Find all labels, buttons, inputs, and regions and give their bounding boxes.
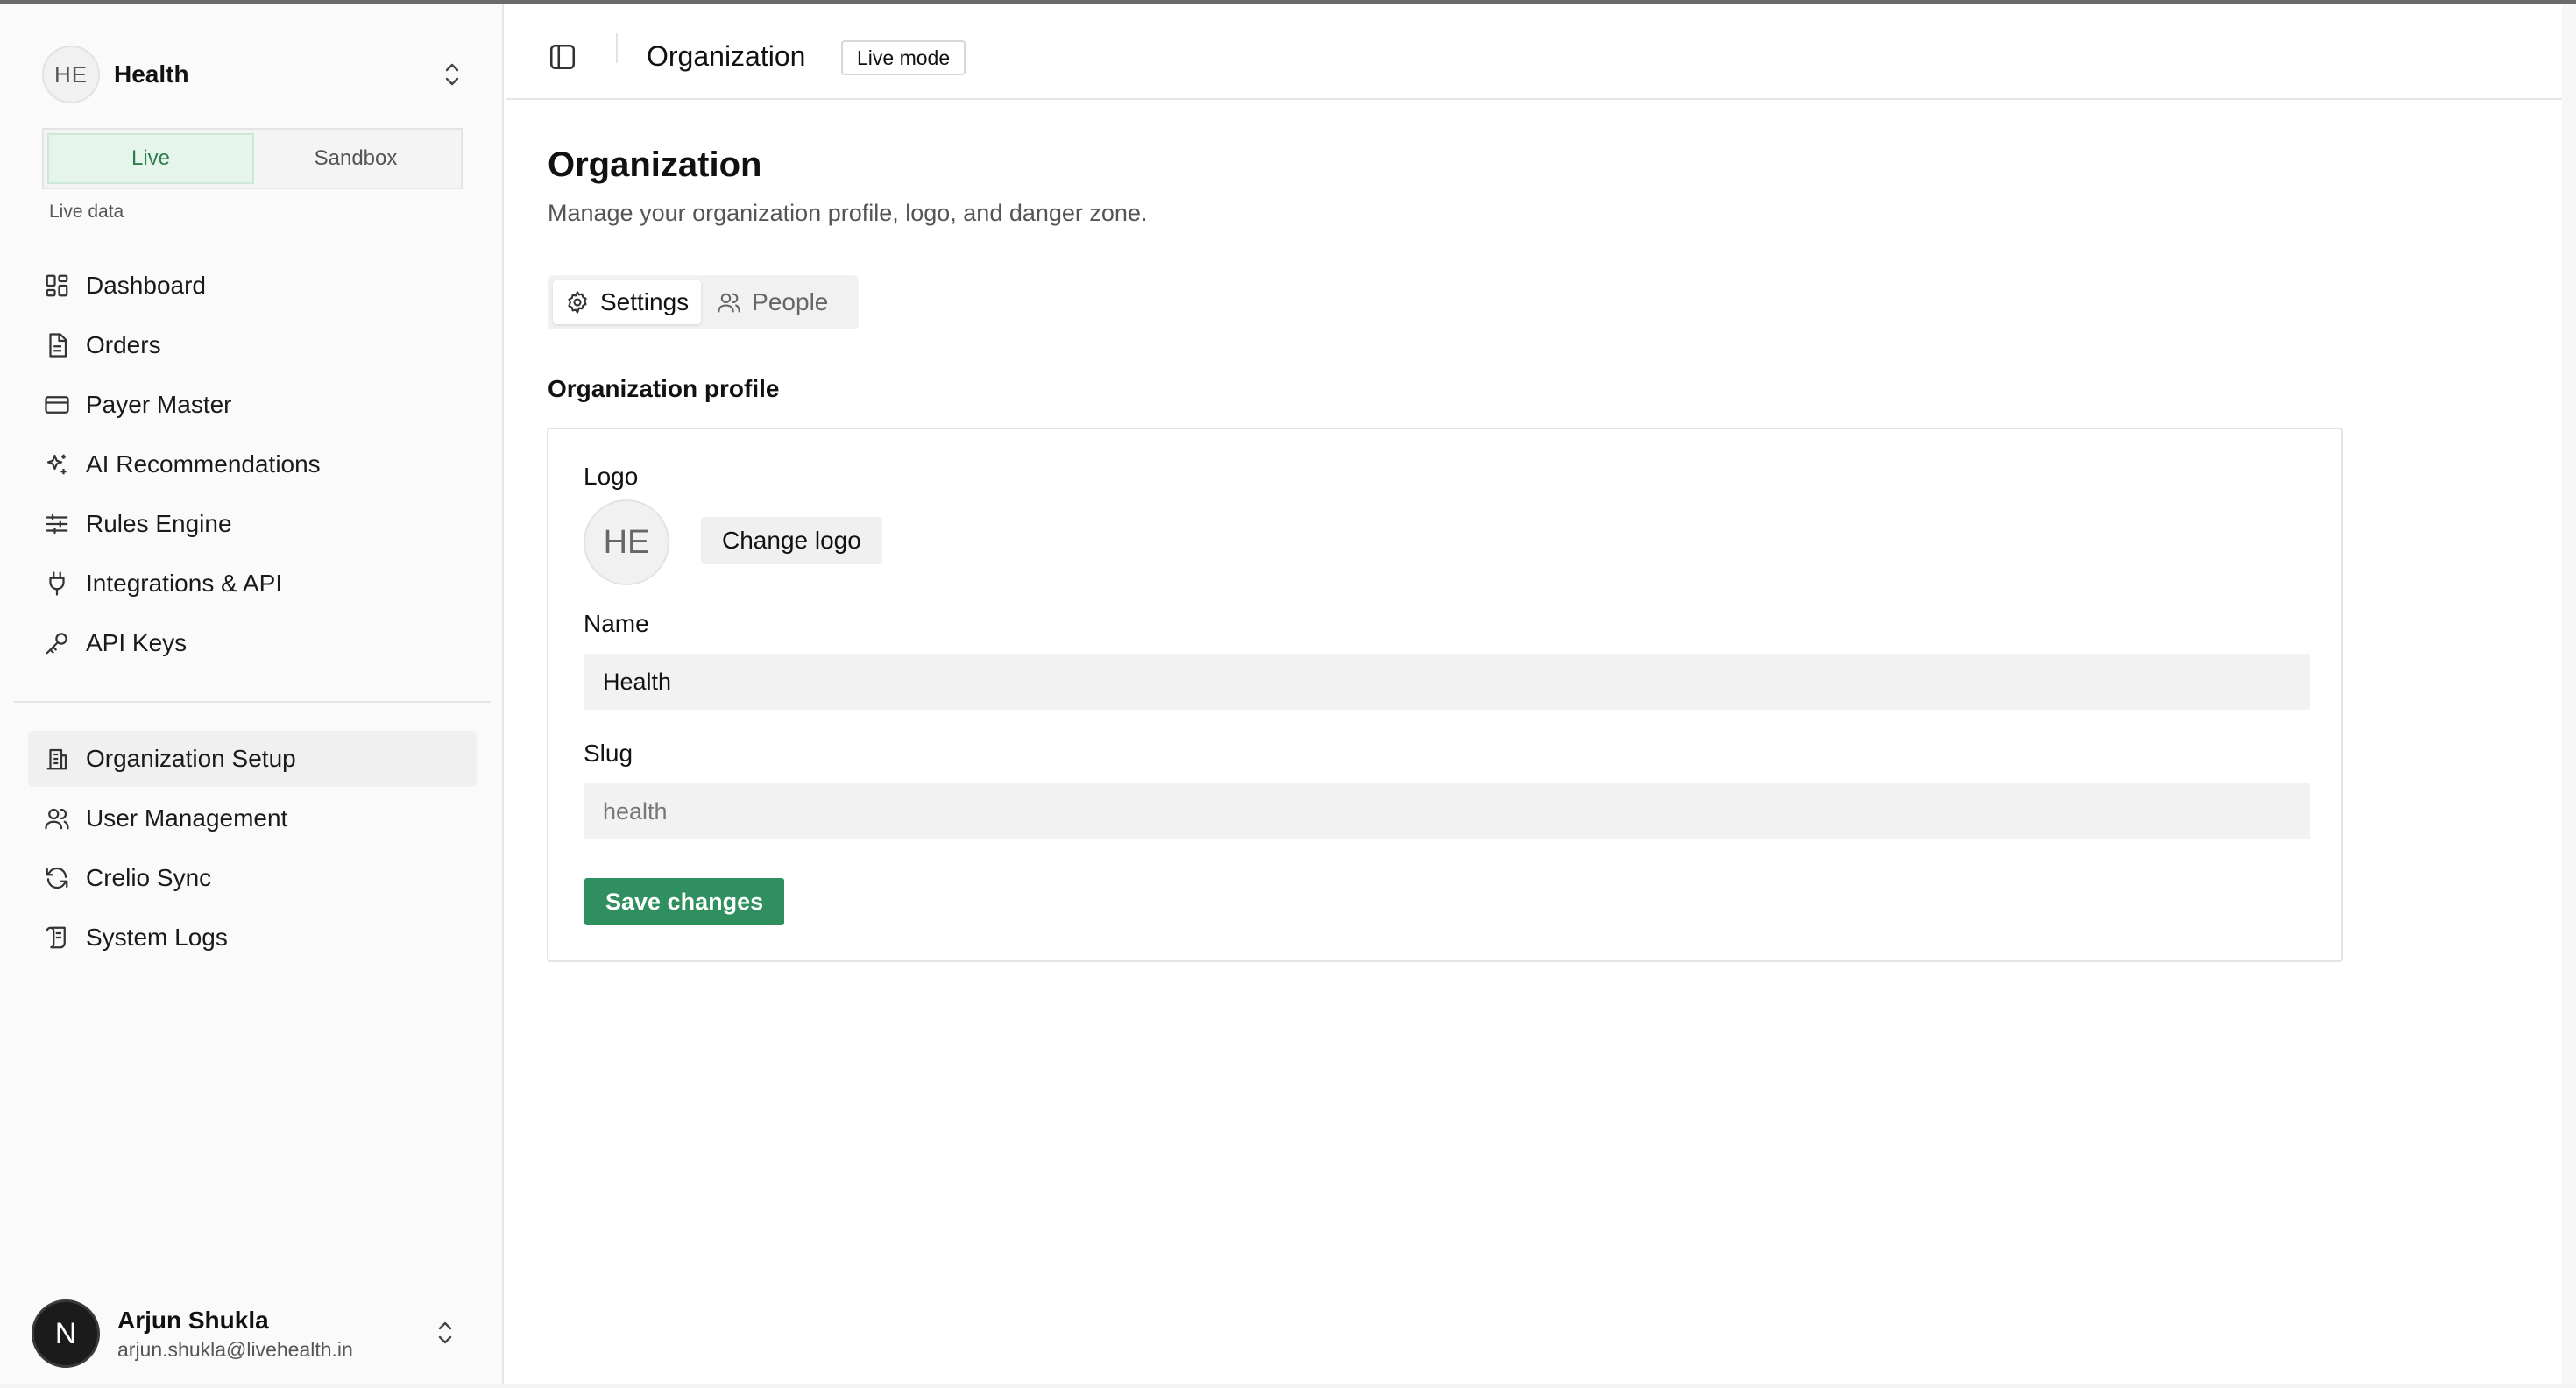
sidebar-item-dashboard[interactable]: Dashboard: [28, 258, 477, 314]
name-input[interactable]: [584, 654, 2310, 710]
tab-list: Settings People: [548, 275, 859, 329]
main-content: Organization Manage your organization pr…: [506, 102, 2562, 1384]
secondary-nav: Organization Setup User Management Creli…: [28, 731, 477, 969]
page-title: Organization: [548, 145, 762, 184]
slug-input[interactable]: [584, 783, 2310, 839]
sidebar-item-orders[interactable]: Orders: [28, 317, 477, 373]
sidebar-item-system-logs[interactable]: System Logs: [28, 910, 477, 966]
header-divider: [616, 33, 618, 63]
sidebar-item-label: AI Recommendations: [86, 450, 321, 478]
slug-label: Slug: [584, 740, 633, 767]
organization-profile-card: Logo HE Change logo Name Slug Save chang…: [547, 428, 2343, 962]
change-logo-button[interactable]: Change logo: [701, 517, 882, 564]
chevron-up-down-icon: [445, 63, 459, 86]
primary-nav: Dashboard Orders Payer Master AI Recomme…: [28, 258, 477, 675]
sandbox-mode-button[interactable]: Sandbox: [254, 133, 457, 184]
document-icon: [44, 332, 70, 358]
chevron-up-down-icon: [438, 1321, 452, 1344]
user-email: arjun.shukla@livehealth.in: [117, 1337, 353, 1361]
org-avatar: HE: [42, 46, 100, 103]
building-icon: [44, 746, 70, 772]
user-avatar: N: [32, 1299, 100, 1368]
tab-label: People: [752, 288, 829, 315]
sidebar-item-crelio-sync[interactable]: Crelio Sync: [28, 850, 477, 906]
sidebar-item-label: System Logs: [86, 924, 228, 951]
sidebar-item-label: Orders: [86, 331, 161, 358]
scroll-icon: [44, 924, 70, 951]
sidebar-item-label: Rules Engine: [86, 510, 232, 537]
sidebar-item-label: Payer Master: [86, 391, 232, 418]
key-icon: [44, 630, 70, 656]
tab-settings[interactable]: Settings: [553, 280, 702, 324]
logo-label: Logo: [584, 463, 639, 490]
window-bottom-edge: [0, 1384, 2576, 1388]
name-label: Name: [584, 610, 649, 637]
sidebar-item-label: User Management: [86, 804, 288, 832]
sidebar-item-integrations[interactable]: Integrations & API: [28, 556, 477, 612]
sidebar-item-label: Integrations & API: [86, 570, 283, 597]
sidebar: HE Health Live Sandbox Live data Dashboa…: [0, 4, 504, 1384]
sidebar-item-ai-recommendations[interactable]: AI Recommendations: [28, 436, 477, 492]
sidebar-item-organization-setup[interactable]: Organization Setup: [28, 731, 477, 787]
tab-label: Settings: [600, 288, 690, 315]
users-icon: [718, 293, 740, 313]
header-title: Organization: [647, 40, 806, 72]
gear-icon: [568, 291, 587, 314]
mode-caption: Live data: [49, 202, 124, 222]
sidebar-item-payer-master[interactable]: Payer Master: [28, 377, 477, 433]
section-title: Organization profile: [548, 375, 780, 402]
sliders-icon: [44, 511, 70, 537]
save-changes-button[interactable]: Save changes: [584, 878, 785, 925]
user-menu[interactable]: N Arjun Shukla arjun.shukla@livehealth.i…: [32, 1299, 470, 1369]
org-logo-avatar: HE: [584, 499, 669, 585]
user-name: Arjun Shukla: [117, 1306, 269, 1334]
dashboard-icon: [44, 273, 70, 299]
sparkles-icon: [44, 451, 70, 478]
sidebar-item-label: Organization Setup: [86, 745, 296, 772]
mode-toggle: Live Sandbox: [42, 128, 463, 189]
plug-icon: [44, 570, 70, 597]
credit-card-icon: [44, 392, 70, 418]
live-mode-button[interactable]: Live: [47, 133, 254, 184]
org-switcher[interactable]: HE Health: [42, 44, 463, 105]
sidebar-item-label: Dashboard: [86, 272, 206, 299]
page-subtitle: Manage your organization profile, logo, …: [548, 200, 1148, 226]
sidebar-toggle-icon[interactable]: [548, 42, 577, 72]
org-name: Health: [114, 60, 189, 88]
sidebar-item-rules-engine[interactable]: Rules Engine: [28, 496, 477, 552]
sidebar-item-api-keys[interactable]: API Keys: [28, 615, 477, 671]
sidebar-item-user-management[interactable]: User Management: [28, 790, 477, 846]
window-right-edge: [2562, 4, 2576, 1388]
tab-people[interactable]: People: [704, 280, 840, 324]
users-icon: [44, 805, 70, 832]
user-info: Arjun Shukla arjun.shukla@livehealth.in: [117, 1307, 353, 1362]
mode-badge: Live mode: [841, 40, 966, 75]
sidebar-item-label: API Keys: [86, 629, 188, 656]
top-header: Organization Live mode: [506, 4, 2562, 100]
sidebar-item-label: Crelio Sync: [86, 864, 212, 891]
nav-divider: [14, 701, 491, 703]
refresh-icon: [44, 865, 70, 891]
